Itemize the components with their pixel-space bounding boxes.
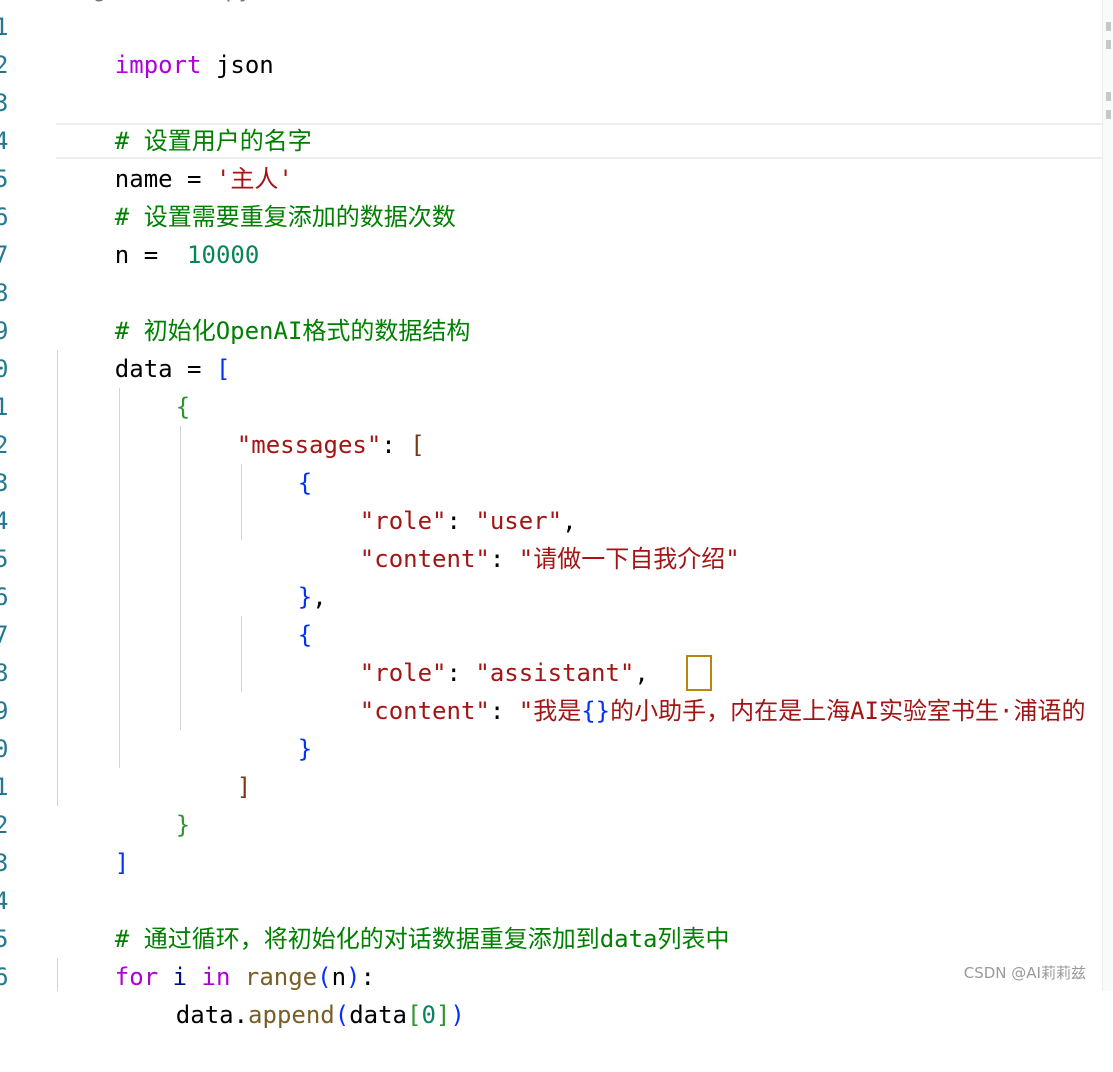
colon: : [489,697,519,725]
line-number: 4 [0,127,9,155]
line-number: 0 [0,735,9,763]
code-line-10[interactable]: { [118,350,190,421]
number-literal: 10000 [187,241,260,269]
line-number: 7 [0,621,9,649]
code-line-21[interactable]: } [118,768,190,839]
open-paren: ( [334,1001,350,1029]
code-line-24[interactable]: # 通过循环，将初始化的对话数据重复添加到data列表中 [57,882,730,953]
variable-n: n [114,241,130,269]
line-number: 4 [0,887,9,915]
line-number: 1 [0,393,9,421]
code-line-13[interactable]: "role": "user", [302,464,577,535]
assign-operator: = [129,241,188,269]
line-number: 9 [0,317,9,345]
code-line-3[interactable]: # 设置用户的名字 [57,84,312,155]
code-editor[interactable]: ··· g······ ··py 1 2 3 4 5 6 7 8 9 0 1 2… [0,0,1113,1029]
watermark: CSDN @AI莉莉兹 [963,964,1086,982]
dict-key: "content" [359,545,490,573]
format-placeholder: {} [581,697,611,725]
open-bracket: [ [407,1001,422,1029]
scroll-marker [1106,40,1111,49]
line-number: 2 [0,51,9,79]
code-line-11[interactable]: "messages": [ [179,388,425,459]
line-number: 0 [0,355,9,383]
argument-data: data [349,1001,407,1029]
line-number: 5 [0,545,9,573]
scroll-marker [1106,110,1111,119]
module-name: json [201,51,274,79]
code-line-8[interactable]: # 初始化OpenAI格式的数据结构 [57,274,471,345]
code-line-19[interactable]: } [240,692,312,763]
line-number: 9 [0,697,9,725]
code-line-22[interactable]: ] [57,806,129,877]
dot: . [233,1001,249,1029]
close-paren: ) [450,1001,465,1029]
close-brace: } [297,735,313,763]
index-number: 0 [421,1001,436,1029]
close-bracket: ] [435,1001,451,1029]
line-number: 3 [0,89,9,117]
text-cursor-highlight [686,655,712,691]
code-line-16[interactable]: { [240,578,312,649]
code-line-12[interactable]: { [240,426,312,497]
line-number: 3 [0,849,9,877]
line-number: 2 [0,431,9,459]
vertical-scrollbar[interactable] [1102,0,1113,991]
code-line-14[interactable]: "content": "请做一下自我介绍" [302,502,740,573]
close-brace: } [175,811,191,839]
line-number: 8 [0,659,9,687]
line-number: 7 [0,241,9,269]
line-number: 6 [0,963,9,991]
code-line-6[interactable]: n = 10000 [57,198,260,269]
code-line-1[interactable]: import json [57,8,274,79]
line-number: 8 [0,279,9,307]
code-line-5[interactable]: # 设置需要重复添加的数据次数 [57,160,456,231]
code-line-26[interactable]: data.append(data[0]) [118,958,465,1029]
close-bracket: ] [114,849,130,877]
code-line-15[interactable]: }, [240,540,327,611]
method-append: append [248,1001,335,1029]
line-number: 1 [0,13,9,41]
string-literal-rest: 的小助手，内在是上海AI实验室书生·浦语的 [610,697,1086,725]
line-number: 2 [0,811,9,839]
object-data: data [175,1001,234,1029]
line-number: 5 [0,925,9,953]
open-bracket: [ [410,431,425,459]
line-number: 5 [0,165,9,193]
open-bracket: [ [215,355,231,383]
close-bracket: ] [236,773,252,801]
line-number: 1 [0,773,9,801]
line-number: 6 [0,203,9,231]
string-literal-start: "我是 [518,697,582,725]
keyword-import: import [114,51,202,79]
code-line-25[interactable]: for i in range(n): [57,920,375,991]
line-number: 6 [0,583,9,611]
line-number-gutter: 1 2 3 4 5 6 7 8 9 0 1 2 3 4 5 6 7 8 9 0 … [0,0,14,991]
code-line-9[interactable]: data = [ [57,312,231,383]
line-number: 4 [0,507,9,535]
comma: , [312,583,327,611]
colon: : [489,545,519,573]
string-literal: "请做一下自我介绍" [518,545,740,573]
code-line-4[interactable]: name = '主人' [57,122,293,193]
dict-key: "content" [359,697,490,725]
scroll-marker [1106,92,1111,101]
scroll-marker [1106,22,1111,31]
code-line-20[interactable]: ] [179,730,251,801]
code-line-17[interactable]: "role": "assistant", [302,616,649,687]
line-number: 3 [0,469,9,497]
colon: : [381,431,411,459]
